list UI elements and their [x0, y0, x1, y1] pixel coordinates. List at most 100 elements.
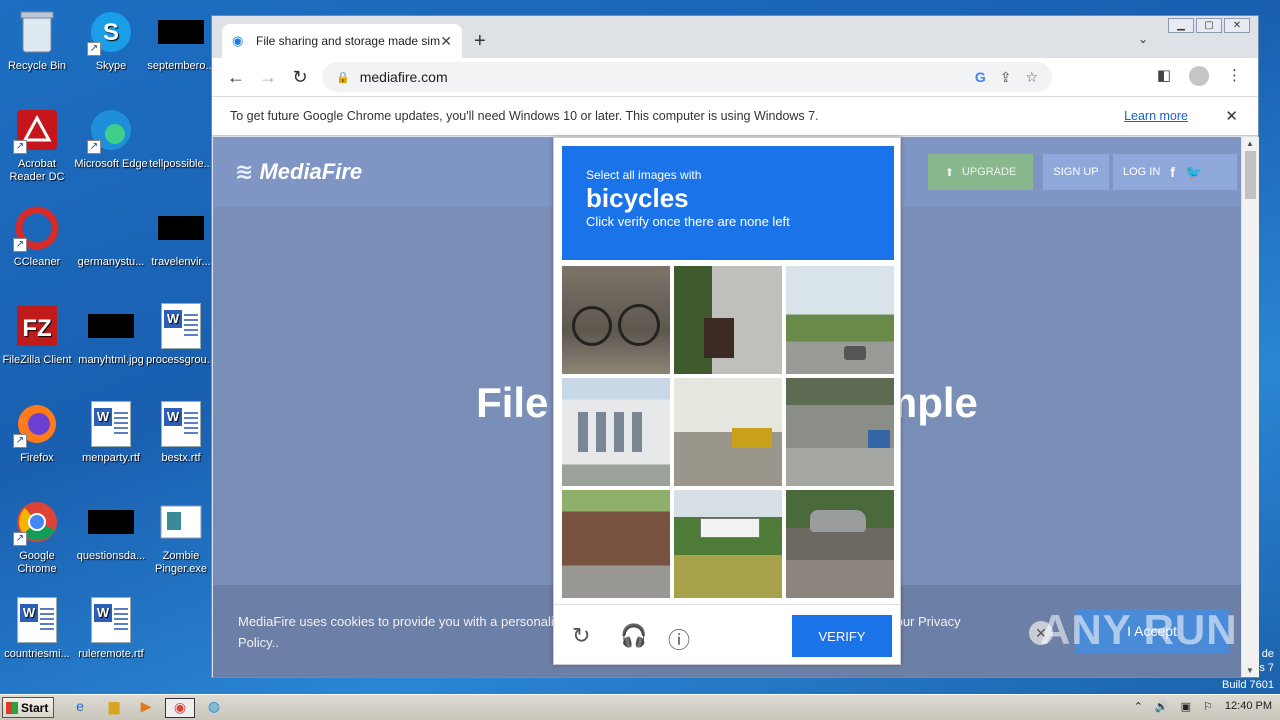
edge-icon: ↗ — [87, 106, 135, 154]
tab-close-icon[interactable]: ✕ — [440, 33, 452, 50]
reload-challenge-icon[interactable]: ↻ — [572, 623, 590, 649]
forward-arrow-icon[interactable]: → — [252, 67, 284, 88]
desktop-icon-label: Zombie Pinger.exe — [155, 550, 207, 575]
desktop-icon-skype[interactable]: S ↗ Skype — [74, 8, 148, 73]
captcha-tile[interactable] — [674, 490, 782, 598]
desktop-icon-tellpossible[interactable]: tellpossible... — [144, 106, 218, 171]
desktop-icon-processgrou[interactable]: processgrou... — [144, 302, 218, 367]
menu-kebab-icon[interactable]: ⋮ — [1227, 66, 1242, 86]
tab-search-chevron-icon[interactable]: ⌄ — [1138, 32, 1148, 46]
desktop-icon-manyhtml[interactable]: manyhtml.jpg — [74, 302, 148, 367]
desktop-icon-travelenvir[interactable]: travelenvir... — [144, 204, 218, 269]
captcha-tile[interactable] — [562, 266, 670, 374]
captcha-tile[interactable] — [674, 266, 782, 374]
side-panel-icon[interactable]: ◧ — [1157, 66, 1171, 86]
window-controls: ▁ ▢ ✕ — [1168, 18, 1250, 33]
chrome-taskbar-icon[interactable]: ◉ — [165, 698, 195, 718]
info-icon[interactable]: ⓘ — [668, 623, 690, 655]
scroll-down-icon[interactable]: ▼ — [1246, 666, 1254, 675]
infobar-message: To get future Google Chrome updates, you… — [230, 109, 819, 123]
upgrade-button[interactable]: ⬆ UPGRADE — [928, 154, 1033, 190]
back-arrow-icon[interactable]: ← — [220, 67, 252, 88]
volume-icon[interactable]: 🔊 — [1155, 700, 1169, 713]
tray-expand-icon[interactable]: ⌃ — [1134, 700, 1143, 713]
share-icon[interactable]: ⇪ — [1000, 69, 1012, 86]
desktop-icon-firefox[interactable]: ↗ Firefox — [0, 400, 74, 465]
desktop-icon-acrobat[interactable]: ↗ Acrobat Reader DC — [0, 106, 74, 184]
close-icon[interactable]: ✕ — [1224, 18, 1250, 33]
desktop-icon-germanystu[interactable]: germanystu... — [74, 204, 148, 269]
start-label: Start — [21, 700, 49, 715]
edge-taskbar-icon[interactable]: ◍ — [204, 698, 224, 718]
desktop-icon-questionsda[interactable]: questionsda... — [74, 498, 148, 563]
word-document-icon — [87, 400, 135, 448]
upgrade-icon: ⬆ — [944, 166, 954, 179]
bookmark-star-icon[interactable]: ☆ — [1025, 69, 1038, 86]
google-lens-icon[interactable]: G — [975, 69, 986, 86]
captcha-challenge: Select all images with bicycles Click ve… — [553, 137, 901, 665]
svg-text:S: S — [103, 19, 119, 46]
infobar-close-icon[interactable]: ✕ — [1225, 107, 1238, 125]
desktop-icon-label: Microsoft Edge — [74, 158, 148, 170]
audio-challenge-headphones-icon[interactable]: 🎧 — [620, 623, 647, 649]
clock[interactable]: 12:40 PM — [1225, 700, 1272, 713]
tab-mediafire[interactable]: ◉ File sharing and storage made simple ✕ — [222, 24, 462, 58]
sign-up-button[interactable]: SIGN UP — [1043, 154, 1109, 190]
desktop-icon-countriesmi[interactable]: countriesmi... — [0, 596, 74, 661]
captcha-tile[interactable] — [562, 490, 670, 598]
captcha-footer: ↻ 🎧 ⓘ VERIFY — [554, 604, 900, 666]
captcha-instruction: Select all images with — [586, 168, 702, 182]
file-icon — [87, 204, 135, 252]
twitter-icon[interactable]: 🐦 — [1185, 164, 1202, 181]
desktop-icon-edge[interactable]: ↗ Microsoft Edge — [74, 106, 148, 171]
file-explorer-icon[interactable]: ▆ — [104, 698, 124, 718]
desktop-icon-label: tellpossible... — [149, 158, 213, 170]
lock-icon: 🔒 — [336, 71, 350, 84]
desktop-icon-ccleaner[interactable]: ↗ CCleaner — [0, 204, 74, 269]
logo-text: MediaFire — [259, 159, 363, 184]
start-button[interactable]: Start — [2, 697, 54, 718]
log-in-button[interactable]: LOG IN f 🐦 — [1113, 154, 1237, 190]
desktop-icon-septembero[interactable]: septembero... — [144, 8, 218, 73]
verify-button[interactable]: VERIFY — [792, 615, 892, 657]
reload-icon[interactable]: ↻ — [284, 67, 316, 88]
desktop-icon-ruleremote[interactable]: ruleremote.rtf — [74, 596, 148, 661]
desktop-icon-bestx[interactable]: bestx.rtf — [144, 400, 218, 465]
acrobat-icon: ↗ — [13, 106, 61, 154]
word-document-icon — [157, 302, 205, 350]
desktop-icon-zombie-pinger[interactable]: Zombie Pinger.exe — [144, 498, 218, 576]
word-document-icon — [157, 400, 205, 448]
media-player-icon[interactable]: ▶ — [136, 698, 156, 718]
captcha-tile[interactable] — [674, 378, 782, 486]
desktop-icon-chrome[interactable]: ↗ Google Chrome — [0, 498, 74, 576]
captcha-tile[interactable] — [562, 378, 670, 486]
network-icon[interactable]: ▣ — [1181, 700, 1191, 713]
facebook-icon[interactable]: f — [1170, 164, 1175, 180]
mediafire-logo[interactable]: ≋ MediaFire — [235, 159, 362, 185]
update-infobar: To get future Google Chrome updates, you… — [212, 96, 1258, 136]
firefox-icon: ↗ — [13, 400, 61, 448]
ccleaner-icon: ↗ — [13, 204, 61, 252]
profile-avatar-icon[interactable] — [1189, 66, 1209, 86]
skype-icon: S ↗ — [87, 8, 135, 56]
learn-more-link[interactable]: Learn more — [1124, 109, 1188, 123]
desktop-icon-filezilla[interactable]: FZ FileZilla Client — [0, 302, 74, 367]
redacted-file-icon — [157, 8, 205, 56]
maximize-icon[interactable]: ▢ — [1196, 18, 1222, 33]
new-tab-button[interactable]: + — [474, 30, 486, 53]
scroll-thumb[interactable] — [1245, 151, 1256, 199]
internet-explorer-icon[interactable]: e — [70, 698, 90, 718]
action-center-flag-icon[interactable]: ⚐ — [1203, 700, 1213, 713]
captcha-tile[interactable] — [786, 378, 894, 486]
scroll-up-icon[interactable]: ▲ — [1246, 139, 1254, 148]
redacted-file-icon — [157, 204, 205, 252]
captcha-tile[interactable] — [786, 490, 894, 598]
captcha-prompt: Select all images with bicycles Click ve… — [562, 146, 894, 260]
desktop-icon-recycle-bin[interactable]: Recycle Bin — [0, 8, 74, 73]
desktop-icon-menparty[interactable]: menparty.rtf — [74, 400, 148, 465]
mediafire-flame-icon: ≋ — [235, 159, 254, 184]
page-scrollbar[interactable]: ▲ ▼ — [1242, 137, 1259, 677]
captcha-tile[interactable] — [786, 266, 894, 374]
address-bar[interactable]: 🔒 mediafire.com G ⇪ ☆ — [322, 62, 1052, 92]
minimize-icon[interactable]: ▁ — [1168, 18, 1194, 33]
